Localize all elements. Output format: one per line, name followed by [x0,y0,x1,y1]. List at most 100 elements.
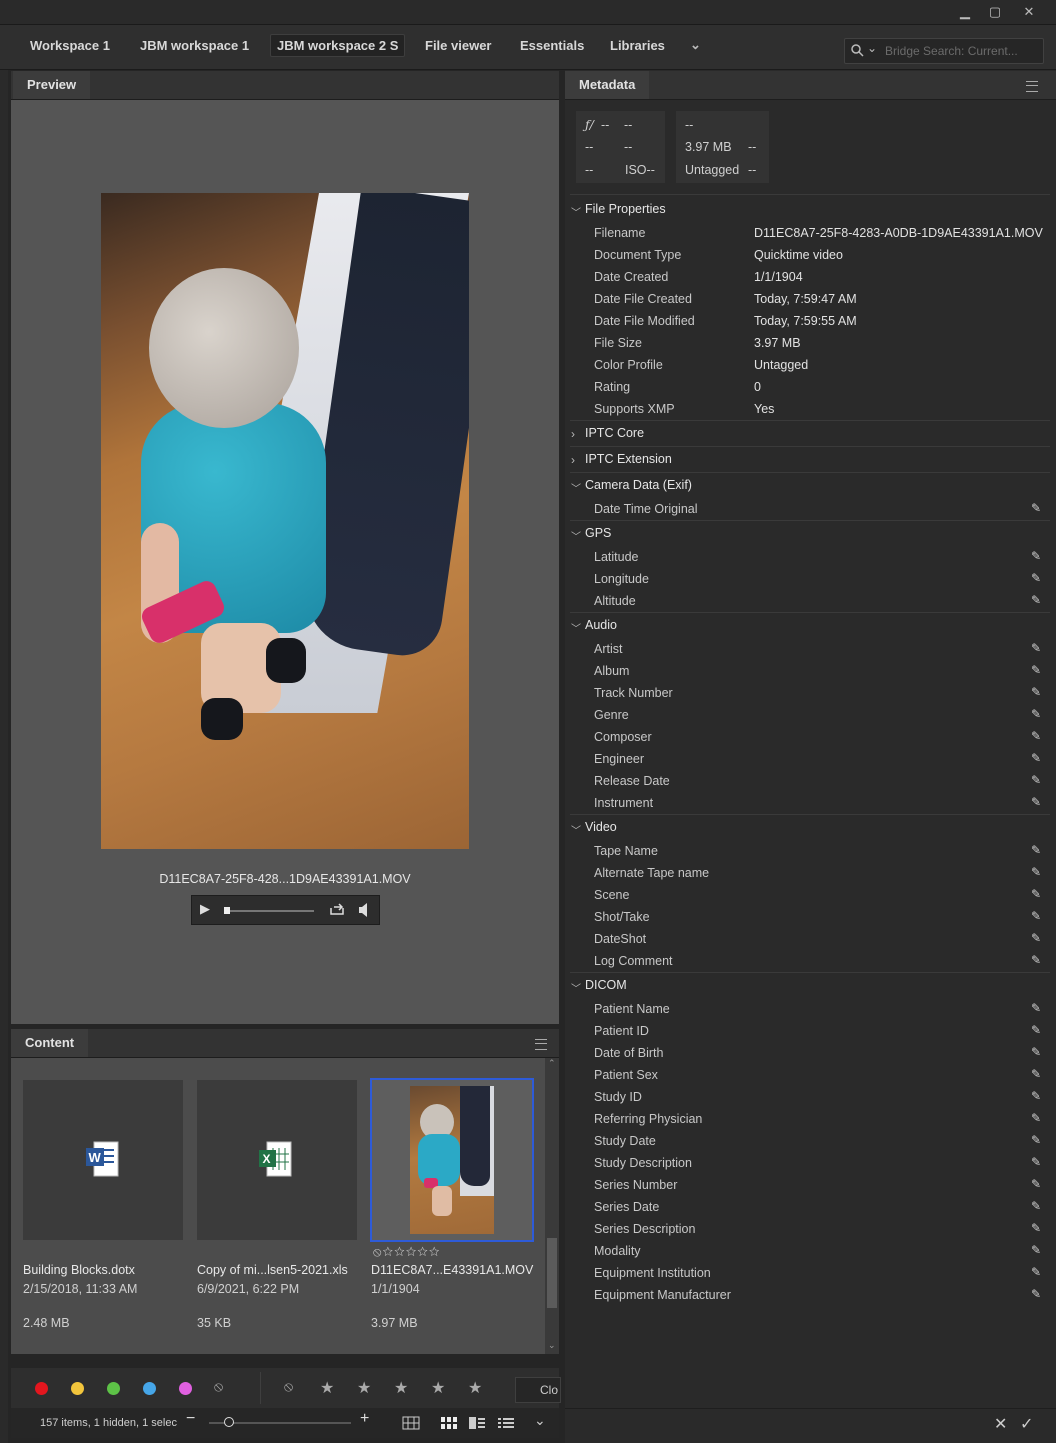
edit-pencil-icon[interactable]: ✎ [1031,1287,1041,1301]
label-yellow-dot[interactable] [71,1382,84,1395]
apply-checkmark-icon[interactable]: ✓ [1020,1414,1033,1434]
content-item-thumbnail[interactable]: W [23,1080,183,1240]
zoom-out-icon[interactable]: − [186,1410,195,1428]
tab-workspace-1[interactable]: Workspace 1 [30,38,110,53]
view-options-chevron-icon[interactable]: ⌄ [534,1412,546,1429]
edit-pencil-icon[interactable]: ✎ [1031,663,1041,677]
video-preview[interactable] [101,193,469,849]
edit-pencil-icon[interactable]: ✎ [1031,1133,1041,1147]
video-scrubber[interactable] [224,910,314,912]
tab-file-viewer[interactable]: File viewer [425,38,491,53]
rating-3-star-icon[interactable]: ★ [394,1378,408,1398]
zoom-in-icon[interactable]: + [360,1410,369,1428]
label-purple-dot[interactable] [179,1382,192,1395]
metadata-menu-icon[interactable] [1026,81,1038,92]
preview-tab[interactable]: Preview [13,71,91,99]
edit-pencil-icon[interactable]: ✎ [1031,1023,1041,1037]
item-name[interactable]: Building Blocks.dotx [23,1263,135,1277]
tab-jbm-workspace-1[interactable]: JBM workspace 1 [140,38,249,53]
edit-pencil-icon[interactable]: ✎ [1031,641,1041,655]
play-icon[interactable]: ▶ [200,901,210,917]
slider-handle[interactable] [224,1417,234,1427]
minimize-button[interactable]: ▁ [952,2,978,22]
chevron-right-icon[interactable]: › [571,427,575,441]
close-filter-button[interactable]: Clo [515,1377,561,1403]
chevron-down-icon[interactable]: ﹀ [571,204,581,219]
maximize-button[interactable]: ▢ [982,2,1008,22]
volume-icon[interactable] [358,903,370,917]
label-blue-dot[interactable] [143,1382,156,1395]
edit-pencil-icon[interactable]: ✎ [1031,549,1041,563]
edit-pencil-icon[interactable]: ✎ [1031,773,1041,787]
thumbnail-view-icon[interactable] [440,1416,458,1430]
edit-pencil-icon[interactable]: ✎ [1031,1265,1041,1279]
edit-pencil-icon[interactable]: ✎ [1031,707,1041,721]
grid-lock-icon[interactable] [402,1416,420,1430]
edit-pencil-icon[interactable]: ✎ [1031,795,1041,809]
cancel-icon[interactable]: ✕ [994,1414,1007,1434]
scroll-up-icon[interactable]: ⌃ [548,1058,556,1069]
section-camera-data[interactable]: Camera Data (Exif) [585,478,692,492]
close-window-button[interactable]: ✕ [1016,2,1042,22]
edit-pencil-icon[interactable]: ✎ [1031,931,1041,945]
rating-4-star-icon[interactable]: ★ [431,1378,445,1398]
edit-pencil-icon[interactable]: ✎ [1031,571,1041,585]
section-iptc-core[interactable]: IPTC Core [585,426,644,440]
content-item-thumbnail[interactable]: X [197,1080,357,1240]
section-iptc-extension[interactable]: IPTC Extension [585,452,672,466]
chevron-down-icon[interactable]: ﹀ [571,528,581,543]
content-scrollbar[interactable]: ⌃ ⌄ [545,1058,559,1354]
edit-pencil-icon[interactable]: ✎ [1031,1089,1041,1103]
edit-pencil-icon[interactable]: ✎ [1031,1243,1041,1257]
edit-pencil-icon[interactable]: ✎ [1031,501,1041,515]
edit-pencil-icon[interactable]: ✎ [1031,1067,1041,1081]
search-box[interactable]: ⌄ Bridge Search: Current... [844,38,1044,64]
content-menu-icon[interactable] [535,1039,547,1050]
edit-pencil-icon[interactable]: ✎ [1031,1221,1041,1235]
edit-pencil-icon[interactable]: ✎ [1031,1177,1041,1191]
content-item-thumbnail-selected[interactable] [370,1078,534,1242]
chevron-down-icon[interactable]: ﹀ [571,480,581,495]
section-file-properties[interactable]: File Properties [585,202,666,216]
chevron-down-icon[interactable]: ﹀ [571,980,581,995]
chevron-right-icon[interactable]: › [571,453,575,467]
chevron-down-icon[interactable]: ﹀ [571,822,581,837]
list-view-icon[interactable] [497,1416,515,1430]
edit-pencil-icon[interactable]: ✎ [1031,593,1041,607]
section-video[interactable]: Video [585,820,617,834]
edit-pencil-icon[interactable]: ✎ [1031,1045,1041,1059]
item-name[interactable]: D11EC8A7...E43391A1.MOV [371,1263,533,1277]
label-green-dot[interactable] [107,1382,120,1395]
edit-pencil-icon[interactable]: ✎ [1031,953,1041,967]
tab-libraries[interactable]: Libraries [610,38,665,53]
edit-pencil-icon[interactable]: ✎ [1031,843,1041,857]
label-red-dot[interactable] [35,1382,48,1395]
item-rating-stars[interactable]: ⦸☆☆☆☆☆ [373,1244,441,1260]
tab-jbm-workspace-2[interactable]: JBM workspace 2 S [270,34,406,57]
scrubber-handle[interactable] [224,907,230,914]
metadata-tab[interactable]: Metadata [565,71,650,99]
no-label-icon[interactable]: ⦸ [214,1378,223,1395]
section-gps[interactable]: GPS [585,526,611,540]
edit-pencil-icon[interactable]: ✎ [1031,1111,1041,1125]
scroll-thumb[interactable] [547,1238,557,1308]
tab-essentials[interactable]: Essentials [520,38,584,53]
no-rating-icon[interactable]: ⦸ [284,1378,293,1395]
loop-icon[interactable] [330,903,344,916]
rating-1-star-icon[interactable]: ★ [320,1378,334,1398]
edit-pencil-icon[interactable]: ✎ [1031,909,1041,923]
edit-pencil-icon[interactable]: ✎ [1031,1155,1041,1169]
edit-pencil-icon[interactable]: ✎ [1031,685,1041,699]
rating-5-star-icon[interactable]: ★ [468,1378,482,1398]
scroll-down-icon[interactable]: ⌄ [548,1340,556,1351]
search-dropdown-chevron-icon[interactable]: ⌄ [867,41,877,55]
edit-pencil-icon[interactable]: ✎ [1031,729,1041,743]
content-tab[interactable]: Content [11,1029,89,1057]
section-dicom[interactable]: DICOM [585,978,627,992]
chevron-down-icon[interactable]: ﹀ [571,620,581,635]
workspace-more-chevron-icon[interactable]: ⌄ [690,37,701,53]
edit-pencil-icon[interactable]: ✎ [1031,887,1041,901]
edit-pencil-icon[interactable]: ✎ [1031,1199,1041,1213]
section-audio[interactable]: Audio [585,618,617,632]
edit-pencil-icon[interactable]: ✎ [1031,865,1041,879]
